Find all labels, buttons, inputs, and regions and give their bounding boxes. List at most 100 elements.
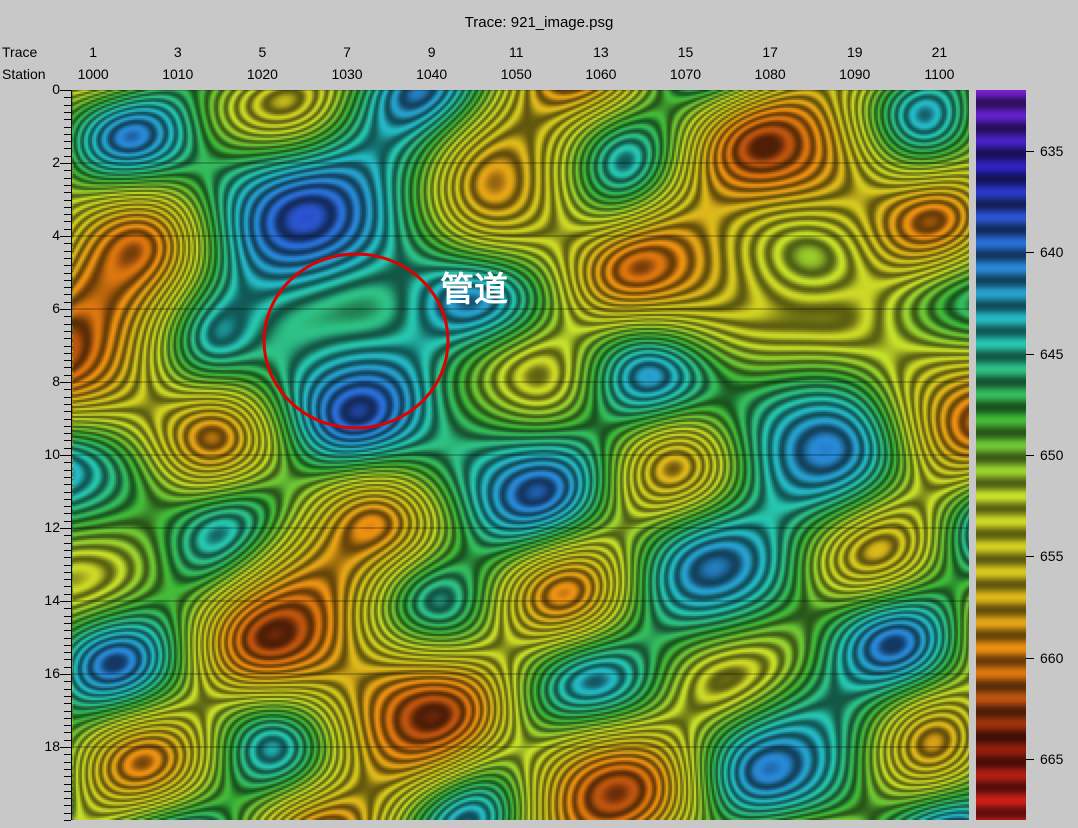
depth-minor-tick — [64, 491, 71, 493]
depth-minor-tick — [64, 462, 71, 464]
depth-minor-tick — [64, 615, 71, 617]
depth-minor-tick — [64, 163, 71, 164]
station-tick-label: 1060 — [585, 66, 617, 82]
depth-minor-tick — [64, 279, 71, 281]
depth-minor-tick — [64, 214, 71, 216]
station-tick-label: 1020 — [246, 66, 278, 82]
depth-tick-label: 12 — [44, 519, 60, 535]
depth-minor-tick — [64, 119, 71, 121]
depth-minor-tick — [64, 345, 71, 347]
depth-minor-tick — [64, 776, 71, 778]
depth-tick-label: 18 — [44, 738, 60, 754]
depth-minor-tick — [64, 236, 71, 237]
colorbar-tick — [1026, 150, 1034, 152]
station-tick-label: 1040 — [416, 66, 448, 82]
depth-minor-tick — [64, 695, 71, 697]
depth-minor-tick — [64, 403, 71, 405]
depth-minor-tick — [64, 798, 71, 800]
depth-minor-tick — [64, 389, 71, 391]
depth-minor-tick — [64, 294, 71, 296]
depth-minor-tick — [64, 652, 71, 654]
colorbar-tick-label: 635 — [1040, 142, 1064, 159]
depth-minor-tick — [64, 148, 71, 150]
colorbar-tick-label: 645 — [1040, 345, 1064, 362]
pipe-annotation-label: 管道 — [440, 270, 508, 310]
depth-minor-tick — [64, 111, 71, 113]
station-tick-label: 1010 — [162, 66, 194, 82]
chart-title: Trace: 921_image.psg — [464, 14, 614, 31]
depth-tick-label: 16 — [44, 665, 60, 681]
depth-minor-tick — [64, 418, 71, 420]
colorbar-tick-label: 660 — [1040, 649, 1064, 666]
depth-minor-tick — [64, 637, 71, 639]
trace-tick-label: 13 — [593, 44, 609, 60]
trace-axis-label: Trace — [2, 44, 38, 60]
heatmap-plot[interactable] — [72, 90, 969, 820]
depth-minor-tick — [64, 265, 71, 267]
depth-minor-tick — [64, 155, 71, 157]
depth-minor-tick — [64, 396, 71, 398]
depth-tick-label: 4 — [52, 227, 60, 243]
station-axis-label: Station — [2, 66, 46, 82]
depth-tick-label: 6 — [52, 300, 60, 316]
depth-minor-tick — [64, 90, 71, 91]
depth-minor-tick — [64, 783, 71, 785]
depth-minor-tick — [64, 644, 71, 646]
depth-minor-tick — [64, 287, 71, 289]
depth-minor-tick — [64, 184, 71, 186]
trace-tick-label: 15 — [677, 44, 694, 60]
depth-minor-tick — [64, 535, 71, 537]
depth-minor-tick — [64, 352, 71, 354]
depth-minor-tick — [64, 323, 71, 325]
depth-minor-tick — [64, 725, 71, 727]
depth-minor-tick — [64, 520, 71, 522]
depth-minor-tick — [64, 659, 71, 661]
trace-tick-label: 19 — [846, 44, 863, 60]
depth-minor-tick — [64, 739, 71, 741]
depth-minor-tick — [64, 579, 71, 581]
depth-minor-tick — [64, 141, 71, 143]
depth-minor-tick — [64, 367, 71, 369]
depth-minor-tick — [64, 133, 71, 135]
depth-minor-tick — [64, 747, 71, 748]
depth-minor-tick — [64, 812, 71, 814]
colorbar-tick-label: 640 — [1040, 244, 1064, 261]
depth-minor-tick — [64, 710, 71, 712]
depth-minor-tick — [64, 557, 71, 559]
colorbar-tick — [1026, 353, 1034, 355]
depth-minor-tick — [64, 805, 71, 807]
colorbar-tick — [1026, 252, 1034, 254]
colorbar-tick — [1026, 556, 1034, 558]
depth-minor-tick — [64, 703, 71, 705]
depth-tick-label: 8 — [52, 373, 60, 389]
depth-minor-tick — [64, 433, 71, 435]
depth-minor-tick — [64, 360, 71, 362]
depth-minor-tick — [64, 717, 71, 719]
station-tick-label: 1070 — [669, 66, 702, 82]
colorbar-tick — [1026, 455, 1034, 456]
colorbar-tick — [1026, 657, 1034, 659]
trace-tick-label: 7 — [343, 44, 351, 60]
depth-minor-tick — [64, 199, 71, 201]
depth-minor-tick — [64, 411, 71, 413]
colorbar-tick-label: 665 — [1040, 751, 1064, 768]
depth-minor-tick — [64, 177, 71, 179]
depth-minor-tick — [64, 571, 71, 573]
depth-minor-tick — [64, 498, 71, 500]
depth-minor-tick — [64, 622, 71, 624]
depth-minor-tick — [64, 243, 71, 245]
depth-minor-tick — [64, 126, 71, 128]
depth-minor-tick — [64, 820, 71, 821]
depth-minor-tick — [64, 330, 71, 332]
depth-minor-tick — [64, 681, 71, 683]
depth-minor-tick — [64, 506, 71, 508]
depth-minor-tick — [64, 228, 71, 230]
depth-minor-tick — [64, 768, 71, 770]
depth-minor-tick — [64, 732, 71, 734]
depth-minor-tick — [64, 309, 71, 310]
depth-minor-tick — [64, 374, 71, 376]
depth-minor-tick — [64, 630, 71, 632]
depth-tick-label: 2 — [52, 154, 60, 170]
depth-minor-tick — [64, 476, 71, 478]
depth-minor-tick — [64, 440, 71, 442]
